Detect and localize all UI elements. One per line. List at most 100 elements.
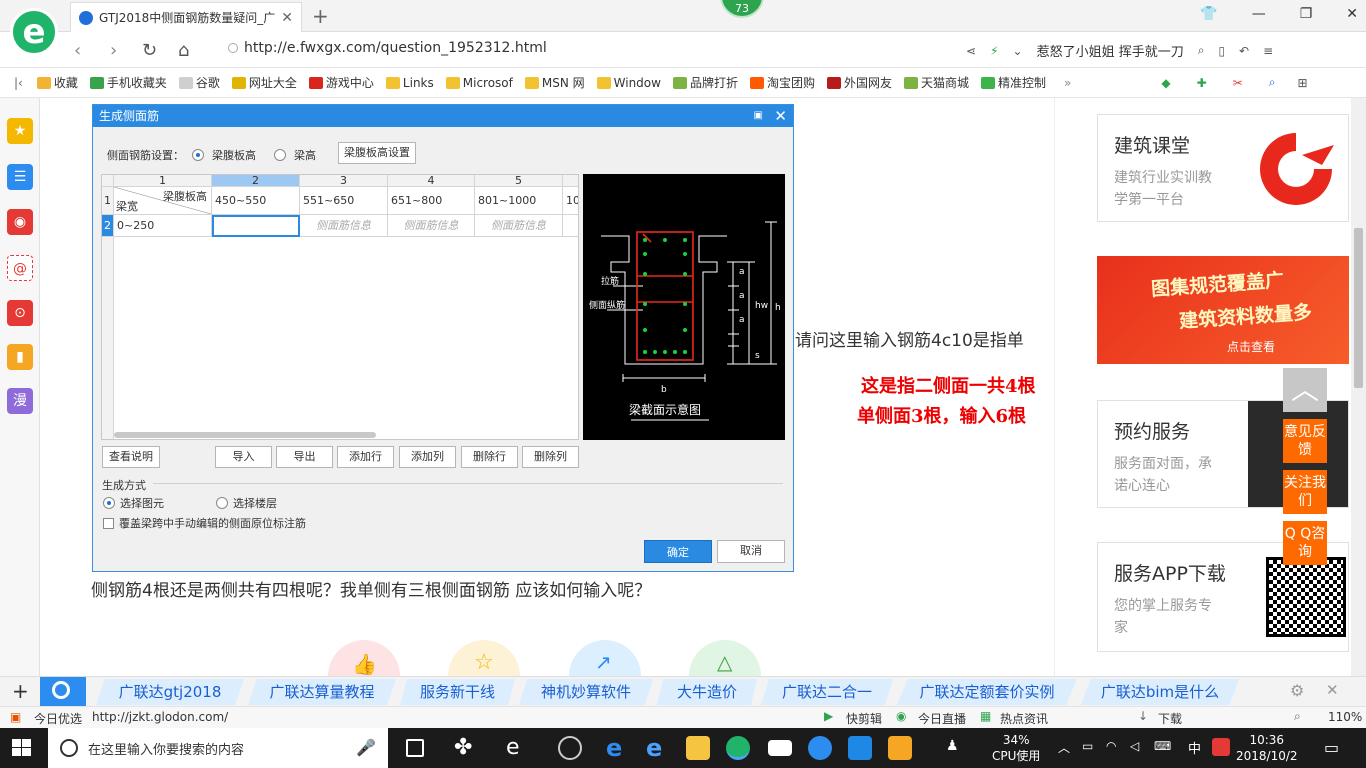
bookmark-item[interactable]: 手机收藏夹 (89, 74, 167, 91)
col-header[interactable]: 1 (114, 175, 212, 187)
dialog-close-icon[interactable]: ✕ (774, 105, 787, 127)
volume-icon[interactable]: ◁ (1130, 739, 1139, 753)
range-cell[interactable]: 551~650 (300, 187, 388, 215)
more-bookmarks-icon[interactable]: » (1064, 76, 1071, 90)
bookmark-item[interactable]: 收藏 (36, 74, 78, 91)
hot-link[interactable]: 神机妙算软件 (519, 679, 653, 705)
bookmark-item[interactable]: 游戏中心 (308, 74, 374, 91)
search-icon[interactable]: ⌕ (1198, 43, 1205, 58)
rebar-cell[interactable]: 侧面筋信息 (388, 215, 475, 237)
minimize-icon[interactable]: — (1252, 6, 1266, 22)
bookmark-item[interactable]: 谷歌 (178, 74, 220, 91)
range-cell[interactable]: 450~550 (212, 187, 300, 215)
follow-button[interactable]: 关注我们 (1283, 470, 1327, 514)
close-window-icon[interactable]: ✕ (1346, 6, 1358, 22)
rebar-cell[interactable] (563, 215, 578, 237)
comic-icon[interactable]: 漫 (7, 388, 33, 414)
ok-button[interactable]: 确定 (644, 540, 712, 563)
taskbar-search-field[interactable]: 在这里输入你要搜索的内容 🎤 (48, 728, 388, 768)
shield-icon[interactable]: ◆ (1161, 76, 1170, 90)
task-view-icon[interactable] (406, 739, 424, 757)
ie-icon[interactable]: e (646, 736, 670, 760)
notification-badge[interactable]: 73 (720, 0, 764, 18)
bookmark-item[interactable]: 精准控制 (981, 74, 1046, 91)
banner-cta[interactable]: 点击查看 (1227, 338, 1275, 355)
cancel-button[interactable]: 取消 (717, 540, 785, 563)
card-course[interactable]: 建筑课堂 建筑行业实训教 学第一平台 (1097, 114, 1349, 222)
hot-link[interactable]: 广联达算量教程 (248, 679, 396, 705)
rebar-cell[interactable]: 侧面筋信息 (475, 215, 563, 237)
url-field[interactable]: http://e.fwxgx.com/question_1952312.html (228, 40, 547, 56)
lightning-icon[interactable]: ⚡ (990, 44, 998, 58)
apps-icon[interactable]: ⊞ (1297, 76, 1307, 90)
tray-arrow-icon[interactable]: ︿ (1058, 739, 1070, 756)
qq-button[interactable]: Q Q咨询 (1283, 521, 1327, 565)
tray-app-icon[interactable]: ▭ (1082, 739, 1093, 753)
sidebar-toggle-icon[interactable]: |‹ (14, 76, 23, 90)
people-icon[interactable]: ♟ (946, 738, 959, 754)
wifi-icon[interactable]: ◠ (1106, 739, 1116, 753)
status-item[interactable]: 下载 (1158, 710, 1182, 727)
like-button[interactable]: 👍 (328, 640, 400, 676)
keyboard-icon[interactable]: ⌨ (1154, 739, 1171, 753)
hot-close-icon[interactable]: ✕ (1326, 681, 1339, 699)
notes-app-icon[interactable] (888, 736, 912, 760)
status-left-text[interactable]: 今日优选 (34, 710, 82, 727)
import-button[interactable]: 导入 (215, 446, 272, 468)
cpu-meter[interactable]: 34% CPU使用 (992, 732, 1040, 764)
bookmark-item[interactable]: Microsof (445, 74, 513, 91)
radio-select-element[interactable] (103, 497, 115, 509)
phone-icon[interactable]: ▯ (1218, 44, 1225, 58)
book-icon[interactable]: ▮ (7, 344, 33, 370)
radio-beam-height[interactable] (274, 149, 286, 161)
promo-banner[interactable]: 图集规范覆盖广 建筑资料数量多 点击查看 (1097, 256, 1349, 364)
undo-icon[interactable]: ↶ (1239, 44, 1249, 58)
hot-link[interactable]: 广联达定额套价实例 (897, 679, 1077, 705)
grid-hscrollbar[interactable] (114, 432, 376, 438)
favorite-button[interactable]: ☆ (448, 640, 520, 676)
refresh-icon[interactable]: ↻ (142, 40, 157, 61)
scissors-icon[interactable]: ✂ (1233, 76, 1243, 90)
browser2-icon[interactable] (558, 736, 582, 760)
radio-select-floor[interactable] (216, 497, 228, 509)
360-browser-icon[interactable] (726, 736, 750, 760)
fan-app-icon[interactable]: ✤ (454, 736, 478, 760)
zoom-icon[interactable]: ⌕ (1269, 75, 1276, 90)
rebar-cell[interactable]: 侧面筋信息 (300, 215, 388, 237)
bookmark-item[interactable]: 品牌打折 (672, 74, 738, 91)
sogou-ime-icon[interactable] (1212, 738, 1230, 756)
game-icon[interactable]: ⊙ (7, 300, 33, 326)
mail-app-icon[interactable] (768, 740, 792, 756)
width-cell[interactable]: 0~250 (114, 215, 212, 237)
add-icon[interactable]: + (12, 679, 29, 703)
range-cell[interactable]: 10 (563, 187, 578, 215)
hot-link[interactable]: 广联达二合一 (761, 679, 893, 705)
maximize-icon[interactable]: ▣ (754, 105, 763, 127)
rebar-input-cell[interactable] (212, 215, 300, 237)
news-ticker[interactable]: 惹怒了小姐姐 挥手就一刀 (1037, 41, 1184, 60)
maximize-icon[interactable]: ❐ (1300, 6, 1313, 22)
back-to-top-icon[interactable]: ︿ (1283, 368, 1327, 412)
weibo-icon[interactable]: ◉ (7, 209, 33, 235)
bookmark-item[interactable]: Links (385, 74, 434, 91)
bookmark-item[interactable]: Window (596, 74, 661, 91)
notification-center-icon[interactable]: ▭ (1324, 738, 1339, 757)
forward-icon[interactable]: › (110, 40, 117, 61)
overwrite-checkbox[interactable] (103, 517, 114, 529)
hot-link[interactable]: 广联达bim是什么 (1081, 679, 1239, 705)
report-button[interactable]: △ (689, 640, 761, 676)
back-icon[interactable]: ‹ (74, 40, 81, 61)
radio-web-height[interactable] (192, 149, 204, 161)
windows-start-icon[interactable] (12, 739, 32, 757)
plus-app-icon[interactable] (848, 736, 872, 760)
translate-icon[interactable]: ✚ (1197, 76, 1207, 90)
menu-icon[interactable]: ≡ (1263, 44, 1273, 58)
file-explorer-icon[interactable] (686, 736, 710, 760)
add-row-button[interactable]: 添加行 (337, 446, 394, 468)
status-item[interactable]: 今日直播 (918, 710, 966, 727)
hot-search-button[interactable] (40, 677, 86, 706)
bookmark-item[interactable]: 淘宝团购 (749, 74, 815, 91)
overwrite-option[interactable]: 覆盖梁跨中手动编辑的侧面原位标注筋 (103, 515, 306, 531)
page-scrollbar[interactable] (1351, 98, 1366, 676)
settings-gear-icon[interactable]: ⚙ (1290, 681, 1304, 700)
